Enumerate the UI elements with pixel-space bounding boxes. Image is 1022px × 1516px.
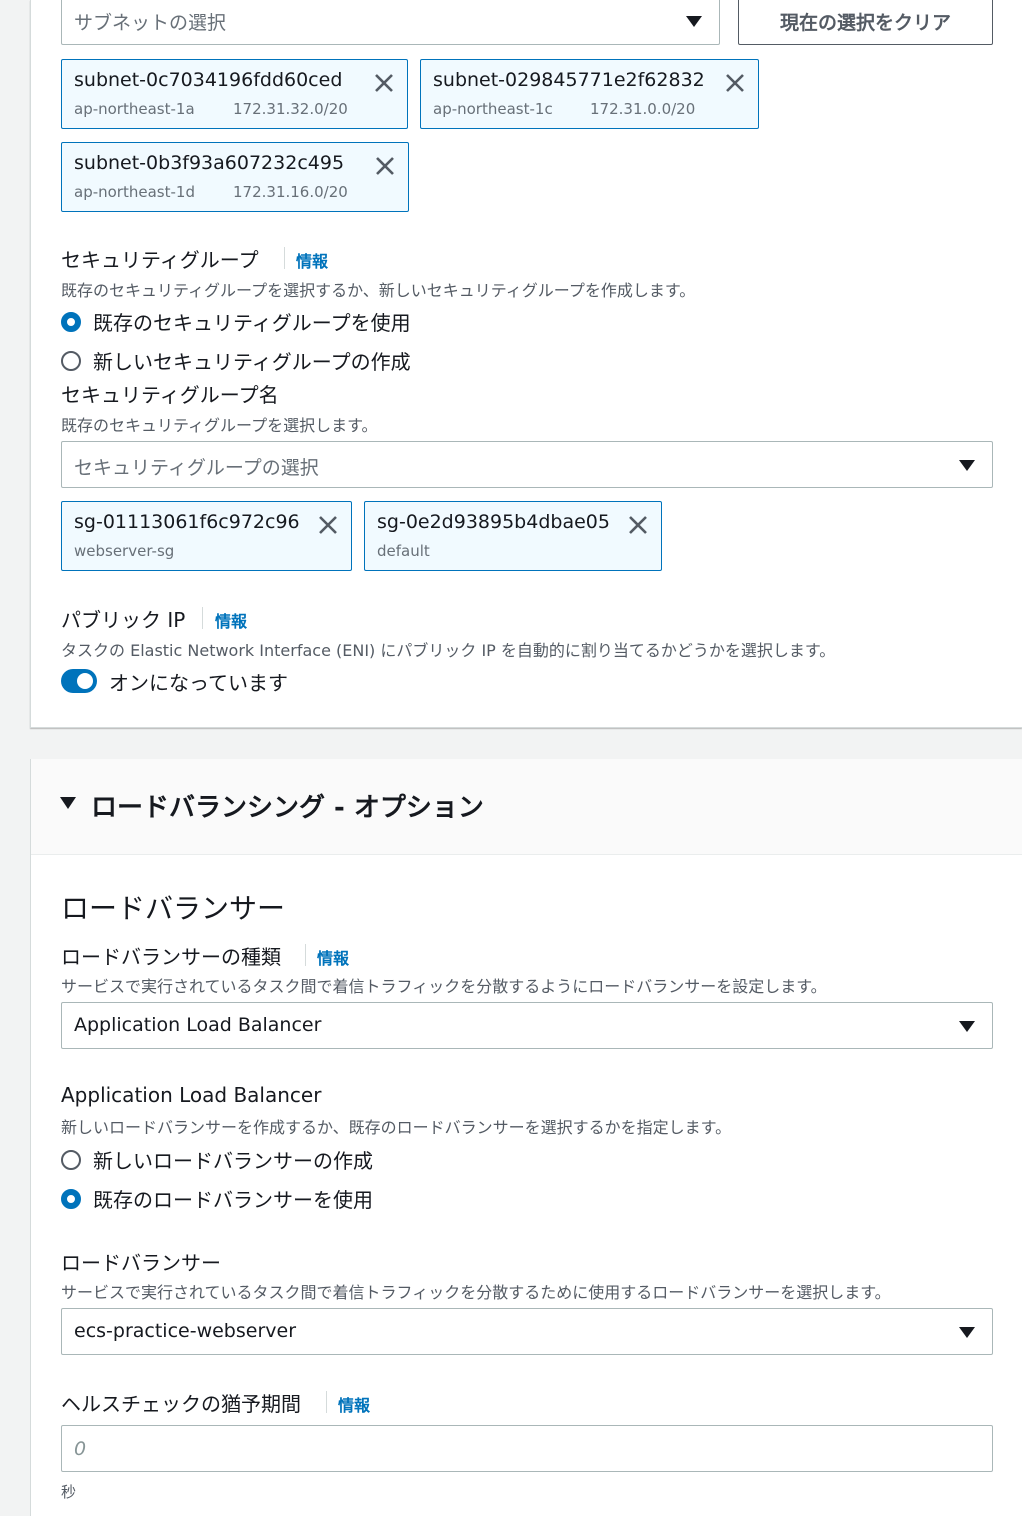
toggle-knob	[77, 673, 93, 689]
security-group-token: sg-01113061f6c972c96 webserver-sg	[61, 501, 352, 571]
subnet-token-id: subnet-0c7034196fdd60ced	[74, 69, 343, 91]
radio-create-new-sg[interactable]	[61, 351, 81, 371]
remove-token-icon[interactable]	[373, 72, 395, 94]
security-group-token-id: sg-01113061f6c972c96	[74, 511, 300, 533]
load-balancer-type-label: ロードバランサーの種類	[61, 945, 281, 969]
radio-use-existing-lb[interactable]	[61, 1189, 81, 1209]
info-divider	[305, 944, 306, 966]
subnet-token-cidr: 172.31.0.0/20	[590, 100, 696, 118]
security-group-select-placeholder: セキュリティグループの選択	[74, 457, 319, 479]
security-group-description: 既存のセキュリティグループを選択するか、新しいセキュリティグループを作成します。	[61, 281, 696, 300]
radio-create-new-lb[interactable]	[61, 1150, 81, 1170]
public-ip-toggle-label: オンになっています	[109, 671, 288, 695]
load-balancer-type-select[interactable]: Application Load Balancer	[61, 1002, 993, 1049]
security-group-token-name: webserver-sg	[74, 542, 175, 560]
load-balancer-type-description: サービスで実行されているタスク間で着信トラフィックを分散するようにロードバランサ…	[61, 977, 827, 996]
radio-label: 新しいロードバランサーの作成	[93, 1149, 373, 1173]
radio-label: 既存のロードバランサーを使用	[93, 1188, 373, 1212]
subnet-token-cidr: 172.31.16.0/20	[233, 183, 348, 201]
security-group-token-name: default	[377, 542, 430, 560]
security-group-token: sg-0e2d93895b4dbae05 default	[364, 501, 662, 571]
load-balancing-panel: ロードバランシング - オプション ロードバランサー ロードバランサーの種類 情…	[30, 759, 1022, 1516]
load-balancer-label: ロードバランサー	[61, 1251, 221, 1275]
load-balancer-value: ecs-practice-webserver	[74, 1320, 297, 1342]
alb-label: Application Load Balancer	[61, 1083, 322, 1107]
caret-down-icon	[959, 1021, 975, 1032]
load-balancer-type-value: Application Load Balancer	[74, 1014, 322, 1036]
health-check-grace-input[interactable]	[61, 1425, 993, 1472]
load-balancing-header[interactable]: ロードバランシング - オプション	[31, 759, 1022, 855]
expand-caret-icon[interactable]	[60, 797, 76, 811]
subnet-token-az: ap-northeast-1c	[433, 100, 553, 118]
caret-down-icon	[686, 16, 702, 27]
subnet-token: subnet-0b3f93a607232c495 ap-northeast-1d…	[61, 142, 409, 212]
subnet-token: subnet-029845771e2f62832 ap-northeast-1c…	[420, 59, 759, 129]
caret-down-icon	[959, 460, 975, 471]
security-group-name-label: セキュリティグループ名	[61, 383, 279, 407]
caret-down-icon	[959, 1327, 975, 1338]
load-balancer-description: サービスで実行されているタスク間で着信トラフィックを分散するために使用するロード…	[61, 1283, 891, 1302]
subnet-token-id: subnet-0b3f93a607232c495	[74, 152, 345, 174]
clear-selection-button[interactable]: 現在の選択をクリア	[738, 0, 993, 45]
security-group-token-id: sg-0e2d93895b4dbae05	[377, 511, 610, 533]
info-divider	[202, 607, 203, 629]
health-check-grace-unit: 秒	[61, 1483, 77, 1501]
alb-description: 新しいロードバランサーを作成するか、既存のロードバランサーを選択するかを指定しま…	[61, 1118, 732, 1137]
remove-token-icon[interactable]	[627, 514, 649, 536]
subnet-token-az: ap-northeast-1a	[74, 100, 195, 118]
subnet-token-id: subnet-029845771e2f62832	[433, 69, 705, 91]
radio-label: 新しいセキュリティグループの作成	[93, 350, 411, 374]
networking-panel: サブネットの選択 現在の選択をクリア subnet-0c7034196fdd60…	[30, 0, 1022, 728]
public-ip-toggle[interactable]	[61, 669, 97, 693]
section-title: ロードバランシング - オプション	[91, 793, 484, 823]
radio-label: 既存のセキュリティグループを使用	[93, 311, 411, 335]
radio-use-existing-sg[interactable]	[61, 312, 81, 332]
info-divider	[326, 1391, 327, 1413]
info-divider	[284, 247, 285, 269]
public-ip-info-link[interactable]: 情報	[215, 608, 247, 632]
subnet-token-az: ap-northeast-1d	[74, 183, 195, 201]
health-check-grace-info-link[interactable]: 情報	[338, 1392, 370, 1416]
remove-token-icon[interactable]	[724, 72, 746, 94]
subnet-token: subnet-0c7034196fdd60ced ap-northeast-1a…	[61, 59, 408, 129]
security-group-name-description: 既存のセキュリティグループを選択します。	[61, 416, 378, 435]
subnet-select-placeholder: サブネットの選択	[74, 12, 227, 34]
public-ip-label: パブリック IP	[61, 608, 186, 632]
security-group-label: セキュリティグループ	[61, 248, 259, 272]
load-balancer-select[interactable]: ecs-practice-webserver	[61, 1308, 993, 1355]
remove-token-icon[interactable]	[317, 514, 339, 536]
public-ip-description: タスクの Elastic Network Interface (ENI) にパブ…	[61, 641, 836, 660]
subnet-select[interactable]: サブネットの選択	[61, 0, 720, 45]
load-balancer-type-info-link[interactable]: 情報	[317, 945, 349, 969]
health-check-grace-label: ヘルスチェックの猶予期間	[61, 1392, 301, 1416]
health-check-grace-field[interactable]	[62, 1426, 992, 1471]
security-group-select[interactable]: セキュリティグループの選択	[61, 441, 993, 488]
remove-token-icon[interactable]	[374, 155, 396, 177]
load-balancer-heading: ロードバランサー	[61, 892, 286, 925]
security-group-info-link[interactable]: 情報	[296, 248, 328, 272]
subnet-token-cidr: 172.31.32.0/20	[233, 100, 348, 118]
